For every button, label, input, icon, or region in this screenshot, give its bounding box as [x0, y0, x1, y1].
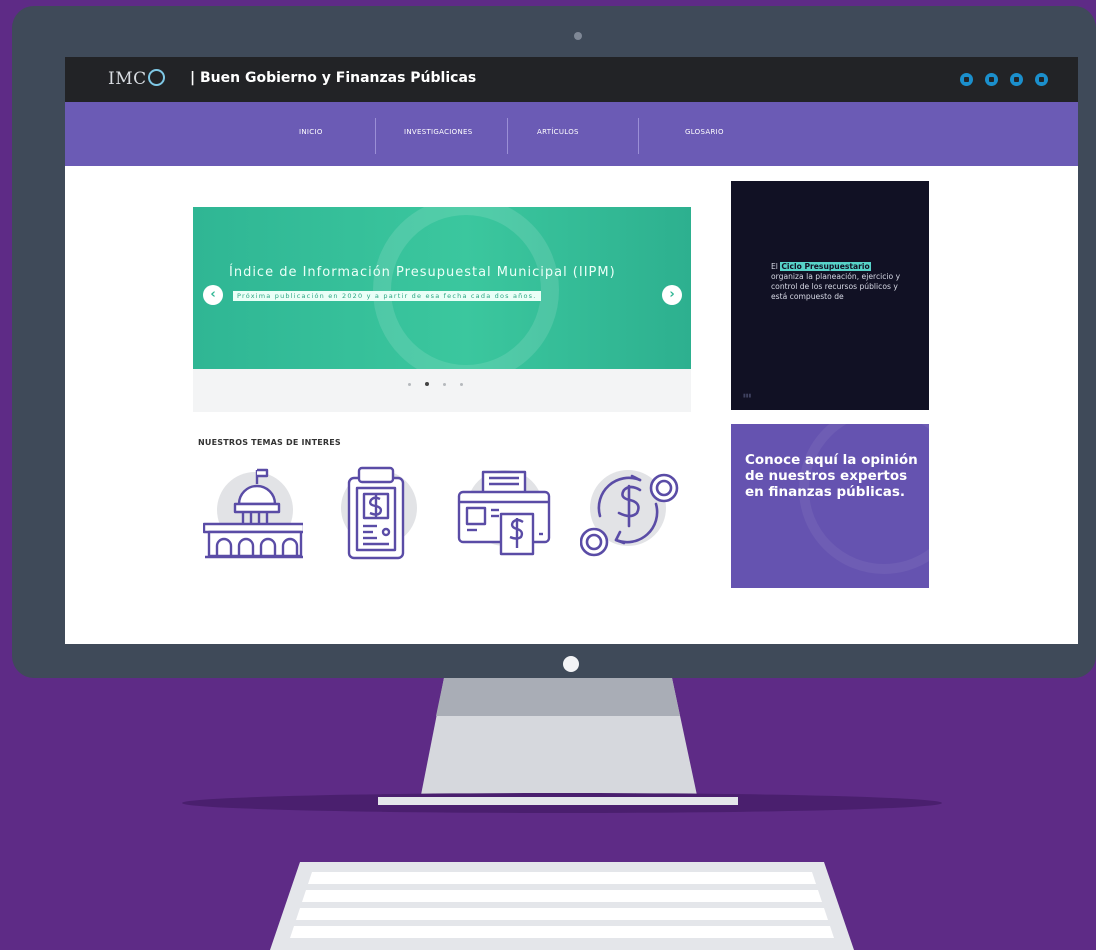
nav-item-glosario[interactable]: GLOSARIO	[685, 128, 724, 136]
nav-item-articulos[interactable]: ARTÍCULOS	[537, 128, 579, 136]
nav-item-inicio[interactable]: INICIO	[299, 128, 323, 136]
youtube-icon[interactable]	[1010, 73, 1023, 86]
logo-circle-icon	[147, 69, 165, 86]
screen: IMC | Buen Gobierno y Finanzas Públicas …	[65, 57, 1078, 644]
budget-clipboard-icon[interactable]	[333, 464, 433, 564]
slide-subtitle: Próxima publicación en 2020 y a partir d…	[233, 291, 541, 301]
carousel-slide[interactable]: Índice de Información Presupuestal Munic…	[193, 207, 691, 369]
slide-title: Índice de Información Presupuestal Munic…	[229, 265, 616, 280]
camera-icon	[574, 32, 582, 40]
monitor-frame: IMC | Buen Gobierno y Finanzas Públicas …	[12, 6, 1096, 678]
carousel-indicators	[408, 382, 463, 386]
site-header: IMC | Buen Gobierno y Finanzas Públicas	[65, 57, 1078, 102]
keyboard	[270, 862, 854, 950]
card-text-rest: organiza la planeación, ejercicio y cont…	[771, 272, 901, 301]
nav-divider	[375, 118, 376, 154]
carousel: Índice de Información Presupuestal Munic…	[193, 207, 691, 412]
budget-cycle-text: El Ciclo Presupuestario organiza la plan…	[771, 262, 901, 302]
card-highlight: Ciclo Presupuestario	[780, 262, 871, 271]
logo[interactable]: IMC	[108, 69, 165, 89]
card-text-prefix: El	[771, 262, 781, 271]
government-building-icon[interactable]	[203, 464, 303, 564]
payment-printer-icon[interactable]	[455, 464, 555, 564]
experts-opinion-text: Conoce aquí la opinión de nuestros exper…	[745, 452, 918, 500]
social-links	[960, 73, 1048, 86]
experts-opinion-card[interactable]: Conoce aquí la opinión de nuestros exper…	[731, 424, 929, 588]
nav-divider	[507, 118, 508, 154]
card-logo-mark-icon: ▮▮▮	[743, 393, 752, 399]
topics-title: NUESTROS TEMAS DE INTERES	[198, 438, 341, 447]
carousel-dot[interactable]	[408, 383, 411, 386]
power-button-icon	[563, 656, 579, 672]
carousel-dot[interactable]	[443, 383, 446, 386]
instagram-icon[interactable]	[1035, 73, 1048, 86]
carousel-dot[interactable]	[460, 383, 463, 386]
nav-divider	[638, 118, 639, 154]
budget-cycle-card[interactable]: El Ciclo Presupuestario organiza la plan…	[731, 181, 929, 410]
main-nav: INICIO INVESTIGACIONES ARTÍCULOS GLOSARI…	[65, 102, 1078, 166]
twitter-icon[interactable]	[985, 73, 998, 86]
carousel-dot-active[interactable]	[425, 382, 429, 386]
logo-text: IMC	[108, 69, 147, 89]
decorative-ring	[373, 207, 559, 369]
facebook-icon[interactable]	[960, 73, 973, 86]
nav-item-investigaciones[interactable]: INVESTIGACIONES	[404, 128, 472, 136]
chevron-left-icon[interactable]: ‹	[203, 285, 223, 305]
footer-band	[65, 600, 1078, 644]
money-exchange-icon[interactable]	[580, 464, 680, 564]
site-title: | Buen Gobierno y Finanzas Públicas	[190, 70, 477, 86]
chevron-right-icon[interactable]: ›	[662, 285, 682, 305]
